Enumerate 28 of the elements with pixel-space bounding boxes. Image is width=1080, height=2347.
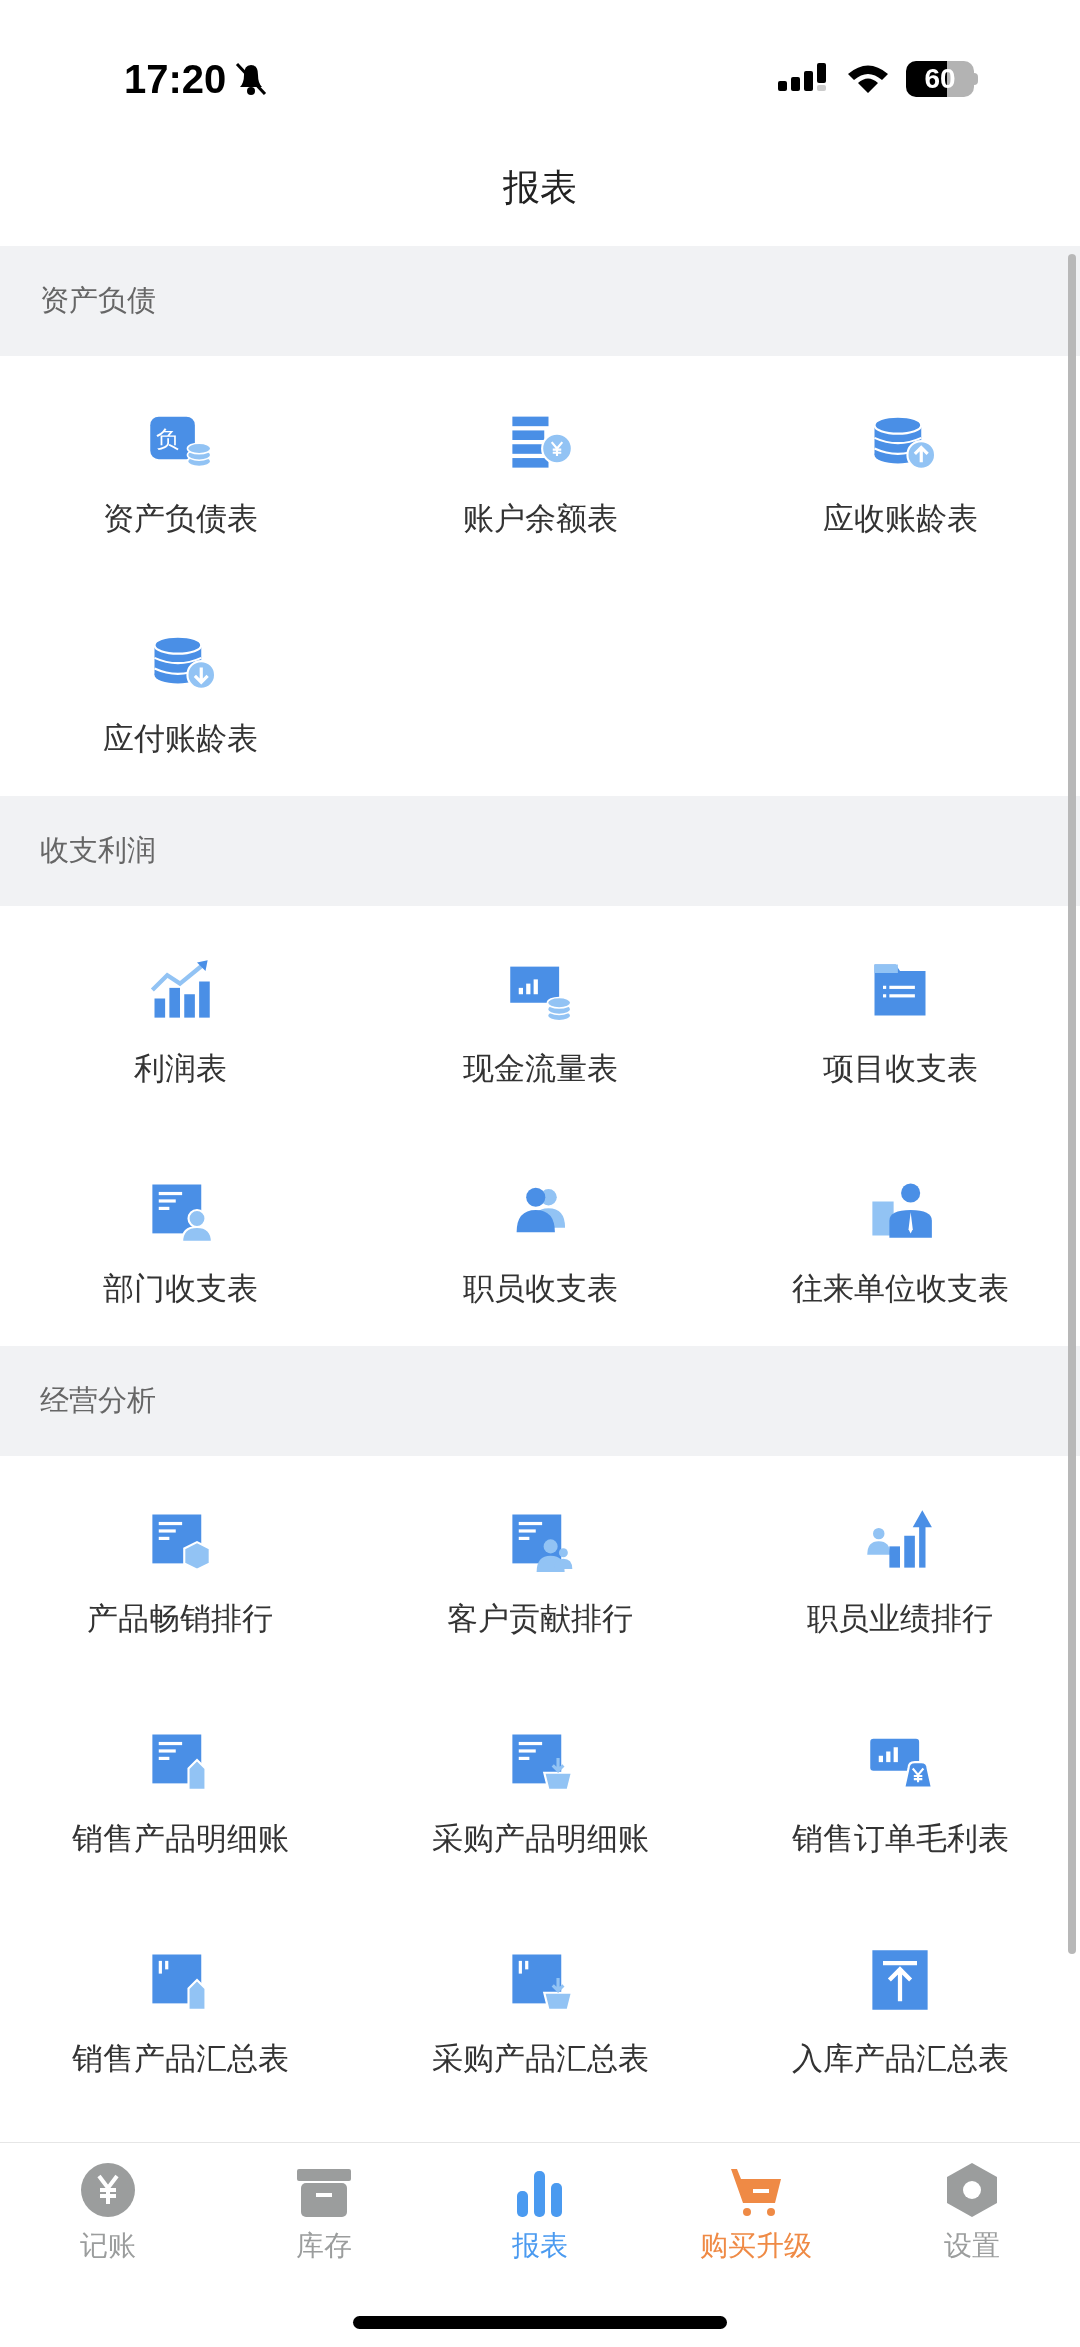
report-item[interactable]: 客户贡献排行 (360, 1456, 720, 1676)
report-item[interactable]: 往来单位收支表 (720, 1126, 1080, 1346)
report-item[interactable]: 产品畅销排行 (0, 1456, 360, 1676)
report-item[interactable]: 现金流量表 (360, 906, 720, 1126)
report-item[interactable]: 负 资产负债表 (0, 356, 360, 576)
settings-icon (947, 2163, 997, 2217)
section-header: 资产负债 (0, 246, 1080, 356)
report-item[interactable]: 职员收支表 (360, 1126, 720, 1346)
muted-bell-icon (234, 61, 269, 97)
report-item[interactable]: 部门收支表 (0, 1126, 360, 1346)
report-item[interactable]: 入库产品汇总表 (720, 1896, 1080, 2116)
report-item[interactable]: 采购产品汇总表 (360, 1896, 720, 2116)
report-item[interactable]: 利润表 (0, 906, 360, 1126)
report-item[interactable]: 应付账龄表 (0, 576, 360, 796)
bar-chart-icon (517, 2171, 563, 2217)
section-header: 收支利润 (0, 796, 1080, 906)
report-item[interactable]: 职员业绩排行 (720, 1456, 1080, 1676)
status-time: 17:20 (124, 56, 227, 103)
report-item[interactable]: 账户余额表 (360, 356, 720, 576)
wifi-icon (846, 63, 890, 95)
report-item[interactable]: 销售产品汇总表 (0, 1896, 360, 2116)
section-header: 经营分析 (0, 1346, 1080, 1456)
yen-icon (81, 2163, 135, 2217)
box-icon (297, 2169, 351, 2217)
page-title: 报表 (503, 166, 577, 211)
report-item[interactable]: 销售产品明细账 (0, 1676, 360, 1896)
report-item[interactable]: 采购产品明细账 (360, 1676, 720, 1896)
cart-icon (729, 2167, 783, 2217)
